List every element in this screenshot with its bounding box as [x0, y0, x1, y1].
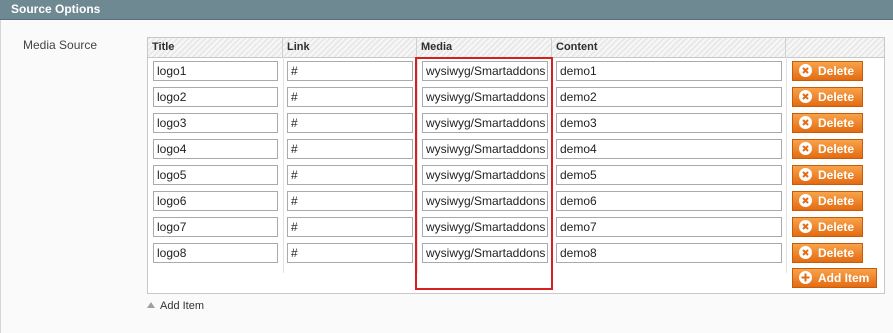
add-circle-icon	[799, 271, 812, 284]
delete-button[interactable]: Delete	[792, 87, 863, 107]
delete-circle-icon	[799, 90, 812, 103]
column-header-actions	[786, 38, 884, 57]
grid-header: Title Link Media Content	[148, 38, 884, 58]
field-label: Media Source	[23, 38, 98, 52]
title-input[interactable]: logo2	[153, 87, 278, 107]
title-input[interactable]: logo3	[153, 113, 278, 133]
delete-circle-icon	[799, 142, 812, 155]
content-input[interactable]: demo2	[556, 87, 782, 107]
link-input[interactable]: #	[287, 191, 413, 211]
link-input[interactable]: #	[287, 139, 413, 159]
section-header[interactable]: Source Options	[0, 0, 893, 20]
column-header-title: Title	[148, 38, 283, 57]
section-content: Media Source Title Link Media Content lo…	[0, 20, 893, 333]
link-input[interactable]: #	[287, 217, 413, 237]
title-input[interactable]: logo8	[153, 243, 278, 263]
column-header-content: Content	[552, 38, 786, 57]
add-item-link-label: Add Item	[160, 300, 205, 312]
add-item-label: Add Item	[818, 271, 870, 285]
delete-label: Delete	[818, 246, 855, 260]
delete-button[interactable]: Delete	[792, 113, 863, 133]
content-input[interactable]: demo4	[556, 139, 782, 159]
delete-button[interactable]: Delete	[792, 243, 863, 263]
content-input[interactable]: demo8	[556, 243, 782, 263]
delete-button[interactable]: Delete	[792, 61, 863, 81]
add-item-link[interactable]: Add Item	[147, 300, 204, 312]
section-title: Source Options	[11, 2, 101, 16]
delete-label: Delete	[818, 194, 855, 208]
link-input[interactable]: #	[287, 113, 413, 133]
delete-button[interactable]: Delete	[792, 217, 863, 237]
delete-label: Delete	[818, 220, 855, 234]
title-input[interactable]: logo4	[153, 139, 278, 159]
delete-circle-icon	[799, 246, 812, 259]
link-input[interactable]: #	[287, 61, 413, 81]
add-item-button[interactable]: Add Item	[792, 268, 877, 288]
title-input[interactable]: logo1	[153, 61, 278, 81]
delete-circle-icon	[799, 220, 812, 233]
link-input[interactable]: #	[287, 243, 413, 263]
delete-label: Delete	[818, 116, 855, 130]
delete-circle-icon	[799, 168, 812, 181]
link-input[interactable]: #	[287, 165, 413, 185]
media-column-highlight	[415, 57, 553, 290]
title-input[interactable]: logo7	[153, 217, 278, 237]
delete-label: Delete	[818, 90, 855, 104]
delete-circle-icon	[799, 194, 812, 207]
content-input[interactable]: demo5	[556, 165, 782, 185]
delete-button[interactable]: Delete	[792, 191, 863, 211]
delete-label: Delete	[818, 142, 855, 156]
column-header-media: Media	[417, 38, 552, 57]
delete-button[interactable]: Delete	[792, 165, 863, 185]
content-input[interactable]: demo1	[556, 61, 782, 81]
title-input[interactable]: logo6	[153, 191, 278, 211]
content-input[interactable]: demo7	[556, 217, 782, 237]
delete-circle-icon	[799, 116, 812, 129]
column-header-link: Link	[283, 38, 417, 57]
delete-circle-icon	[799, 64, 812, 77]
triangle-up-icon	[147, 302, 155, 308]
delete-label: Delete	[818, 64, 855, 78]
content-input[interactable]: demo3	[556, 113, 782, 133]
content-input[interactable]: demo6	[556, 191, 782, 211]
link-input[interactable]: #	[287, 87, 413, 107]
title-input[interactable]: logo5	[153, 165, 278, 185]
delete-button[interactable]: Delete	[792, 139, 863, 159]
delete-label: Delete	[818, 168, 855, 182]
